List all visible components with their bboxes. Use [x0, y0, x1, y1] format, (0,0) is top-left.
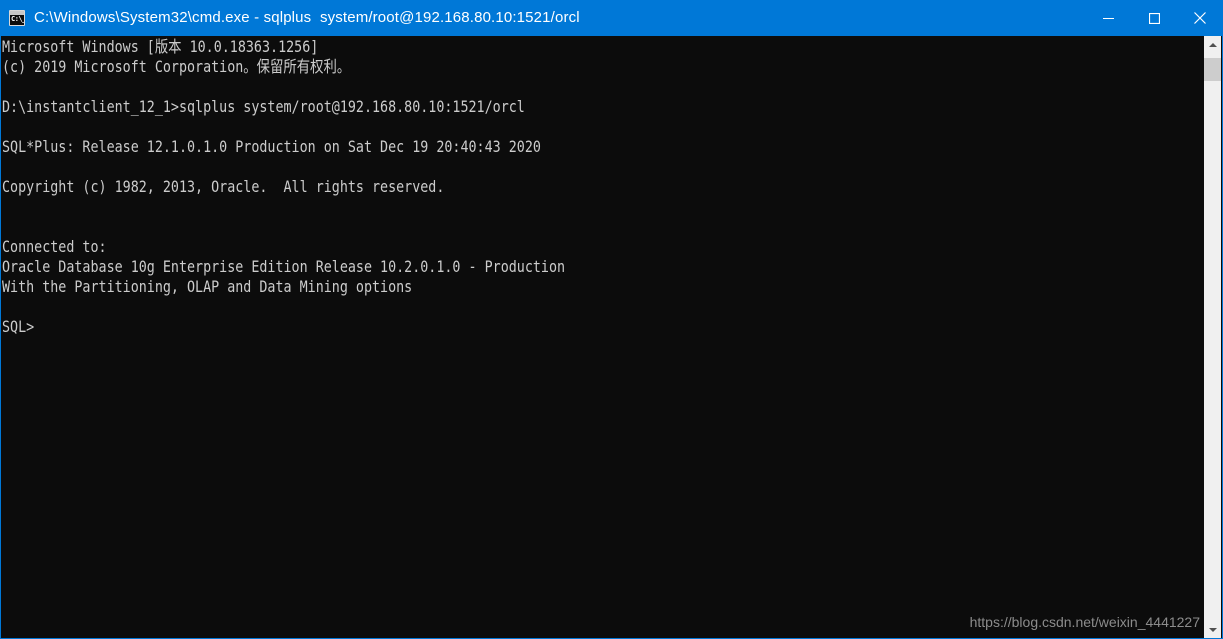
close-button[interactable] — [1177, 0, 1222, 36]
console-output-area[interactable]: Microsoft Windows [版本 10.0.18363.1256] (c… — [1, 36, 1204, 638]
console-line: Connected to: — [2, 237, 107, 256]
console-line: (c) 2019 Microsoft Corporation。保留所有权利。 — [2, 57, 351, 76]
title-bar[interactable]: C:\_ C:\Windows\System32\cmd.exe - sqlpl… — [1, 0, 1222, 36]
vertical-scrollbar[interactable] — [1204, 36, 1221, 638]
maximize-button[interactable] — [1131, 0, 1177, 36]
scroll-thumb[interactable] — [1204, 58, 1221, 81]
minimize-icon — [1102, 17, 1114, 19]
cmd-console-icon: C:\_ — [9, 10, 25, 26]
maximize-icon — [1148, 12, 1160, 24]
console-line: Oracle Database 10g Enterprise Edition R… — [2, 257, 566, 276]
scroll-down-button[interactable] — [1204, 621, 1221, 638]
console-line: SQL*Plus: Release 12.1.0.1.0 Production … — [2, 137, 541, 156]
minimize-button[interactable] — [1085, 0, 1131, 36]
console-line: Copyright (c) 1982, 2013, Oracle. All ri… — [2, 177, 445, 196]
close-icon — [1194, 12, 1206, 24]
watermark: https://blog.csdn.net/weixin_4441227 — [969, 614, 1200, 630]
console-line: D:\instantclient_12_1>sqlplus system/roo… — [2, 97, 525, 116]
console-text: Microsoft Windows [版本 10.0.18363.1256] (c… — [2, 37, 565, 337]
chevron-down-icon — [1208, 627, 1217, 632]
scroll-up-button[interactable] — [1204, 36, 1221, 53]
console-line: Microsoft Windows [版本 10.0.18363.1256] — [2, 37, 319, 56]
cmd-window: C:\_ C:\Windows\System32\cmd.exe - sqlpl… — [0, 0, 1223, 639]
cmd-icon-glyph: C:\_ — [11, 15, 25, 23]
window-title: C:\Windows\System32\cmd.exe - sqlplus sy… — [34, 9, 580, 26]
console-line: With the Partitioning, OLAP and Data Min… — [2, 277, 413, 296]
chevron-up-icon — [1208, 42, 1217, 47]
console-line: SQL> — [2, 317, 35, 336]
window-controls — [1085, 0, 1222, 36]
